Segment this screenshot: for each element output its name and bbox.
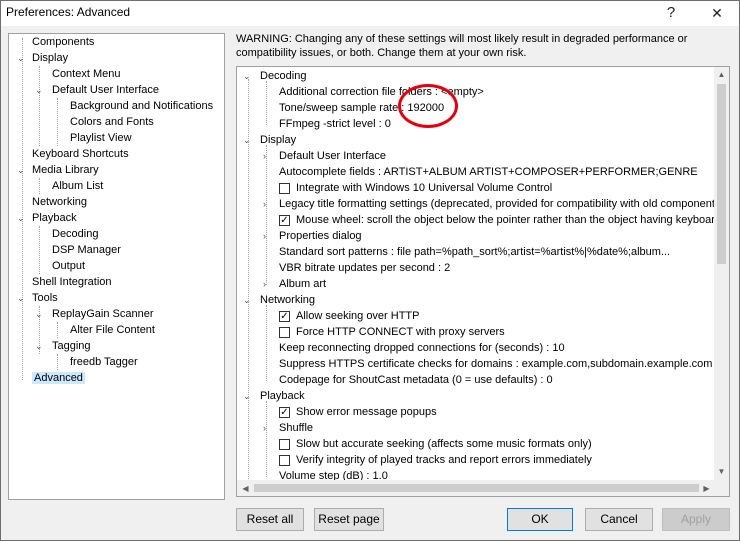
chevron-right-icon[interactable]: › bbox=[263, 196, 273, 212]
adv-slow-seek[interactable]: Slow but accurate seeking (affects some … bbox=[279, 436, 592, 452]
preferences-tree[interactable]: Components ⌄ Display Context Menu ⌄ Defa… bbox=[8, 33, 225, 500]
tree-item-album-list[interactable]: Album List bbox=[33, 179, 103, 194]
tree-item-decoding[interactable]: Decoding bbox=[33, 227, 98, 242]
advanced-settings-tree[interactable]: ⌄ Decoding Additional correction file fo… bbox=[236, 66, 730, 497]
scroll-right-icon[interactable]: ▶ bbox=[699, 484, 714, 493]
chevron-right-icon[interactable]: › bbox=[263, 276, 273, 292]
chevron-down-icon[interactable]: ⌄ bbox=[35, 85, 45, 95]
adv-group-networking[interactable]: ⌄ Networking bbox=[243, 292, 315, 308]
annotation-circle bbox=[398, 84, 458, 128]
adv-group-playback[interactable]: ⌄ Playback bbox=[243, 388, 305, 404]
tree-item-playback[interactable]: ⌄ Playback bbox=[15, 211, 77, 226]
chevron-down-icon[interactable]: ⌄ bbox=[35, 309, 45, 319]
apply-button[interactable]: Apply bbox=[662, 508, 730, 531]
scroll-left-icon[interactable]: ◀ bbox=[238, 484, 253, 493]
horizontal-scroll-thumb[interactable] bbox=[254, 484, 699, 492]
close-icon[interactable]: ✕ bbox=[694, 0, 740, 26]
adv-win10-integration[interactable]: Integrate with Windows 10 Universal Volu… bbox=[279, 180, 719, 196]
tree-item-alter-file-content[interactable]: Alter File Content bbox=[51, 323, 155, 338]
adv-default-ui[interactable]: › Default User Interface bbox=[263, 148, 386, 164]
adv-reconnect[interactable]: Keep reconnecting dropped connections fo… bbox=[279, 340, 565, 356]
tree-item-networking[interactable]: Networking bbox=[15, 195, 87, 210]
cancel-button[interactable]: Cancel bbox=[585, 508, 653, 531]
adv-codepage[interactable]: Codepage for ShoutCast metadata (0 = use… bbox=[279, 372, 553, 388]
tree-item-advanced[interactable]: Advanced bbox=[15, 371, 85, 386]
tree-item-tools[interactable]: ⌄ Tools bbox=[15, 291, 58, 306]
adv-sort-patterns[interactable]: Standard sort patterns : file path=%path… bbox=[279, 244, 715, 260]
chevron-down-icon[interactable]: ⌄ bbox=[243, 388, 253, 404]
check-icon: ✓ bbox=[280, 407, 289, 418]
chevron-right-icon[interactable]: › bbox=[263, 228, 273, 244]
tree-item-default-ui[interactable]: ⌄ Default User Interface bbox=[33, 83, 159, 98]
title-bar: Preferences: Advanced ? ✕ bbox=[0, 0, 740, 26]
check-icon: ✓ bbox=[280, 311, 289, 322]
adv-show-errors[interactable]: ✓ Show error message popups bbox=[279, 404, 437, 420]
reset-page-button[interactable]: Reset page bbox=[314, 508, 384, 531]
tree-item-display[interactable]: ⌄ Display bbox=[15, 51, 68, 66]
tree-guide bbox=[266, 145, 267, 285]
window-title: Preferences: Advanced bbox=[6, 5, 131, 19]
seek-http-checkbox[interactable]: ✓ bbox=[279, 311, 290, 322]
tree-guide bbox=[266, 305, 267, 381]
adv-verify-integrity[interactable]: Verify integrity of played tracks and re… bbox=[279, 452, 592, 468]
force-connect-checkbox[interactable] bbox=[279, 327, 290, 338]
tree-item-media-library[interactable]: ⌄ Media Library bbox=[15, 163, 99, 178]
chevron-down-icon[interactable]: ⌄ bbox=[17, 213, 27, 223]
chevron-down-icon[interactable]: ⌄ bbox=[35, 341, 45, 351]
adv-album-art[interactable]: › Album art bbox=[263, 276, 326, 292]
adv-vbr-updates[interactable]: VBR bitrate updates per second : 2 bbox=[279, 260, 450, 276]
scroll-down-icon[interactable]: ▼ bbox=[714, 467, 729, 476]
verify-integrity-checkbox[interactable] bbox=[279, 455, 290, 466]
chevron-down-icon[interactable]: ⌄ bbox=[17, 165, 27, 175]
adv-seek-http[interactable]: ✓ Allow seeking over HTTP bbox=[279, 308, 420, 324]
tree-item-components[interactable]: Components bbox=[15, 35, 94, 50]
chevron-down-icon[interactable]: ⌄ bbox=[243, 292, 253, 308]
tree-guide bbox=[266, 81, 267, 125]
reset-all-button[interactable]: Reset all bbox=[236, 508, 304, 531]
adv-group-display[interactable]: ⌄ Display bbox=[243, 132, 296, 148]
slow-seek-checkbox[interactable] bbox=[279, 439, 290, 450]
chevron-right-icon[interactable]: › bbox=[263, 148, 273, 164]
tree-guide bbox=[266, 401, 267, 477]
tree-item-tagging[interactable]: ⌄ Tagging bbox=[33, 339, 91, 354]
chevron-down-icon[interactable]: ⌄ bbox=[243, 132, 253, 148]
adv-suppress-https[interactable]: Suppress HTTPS certificate checks for do… bbox=[279, 356, 715, 372]
adv-shuffle[interactable]: › Shuffle bbox=[263, 420, 313, 436]
mouse-wheel-checkbox[interactable]: ✓ bbox=[279, 215, 290, 226]
tree-item-context-menu[interactable]: Context Menu bbox=[33, 67, 120, 82]
chevron-down-icon[interactable]: ⌄ bbox=[243, 68, 253, 84]
scroll-up-icon[interactable]: ▲ bbox=[714, 70, 729, 79]
adv-mouse-wheel[interactable]: ✓ Mouse wheel: scroll the object below t… bbox=[279, 212, 715, 228]
adv-ffmpeg-strict[interactable]: FFmpeg -strict level : 0 bbox=[279, 116, 391, 132]
chevron-down-icon[interactable]: ⌄ bbox=[17, 293, 27, 303]
tree-item-keyboard-shortcuts[interactable]: Keyboard Shortcuts bbox=[15, 147, 129, 162]
show-errors-checkbox[interactable]: ✓ bbox=[279, 407, 290, 418]
chevron-right-icon[interactable]: › bbox=[263, 420, 273, 436]
vertical-scroll-thumb[interactable] bbox=[717, 84, 726, 264]
adv-legacy-title[interactable]: › Legacy title formatting settings (depr… bbox=[263, 196, 715, 212]
scrollbar-corner bbox=[714, 480, 729, 496]
help-icon[interactable]: ? bbox=[648, 0, 694, 26]
adv-autocomplete[interactable]: Autocomplete fields : ARTIST+ALBUM ARTIS… bbox=[279, 164, 698, 180]
chevron-down-icon[interactable]: ⌄ bbox=[17, 53, 27, 63]
tree-item-freedb-tagger[interactable]: freedb Tagger bbox=[51, 355, 138, 370]
tree-item-replaygain-scanner[interactable]: ⌄ ReplayGain Scanner bbox=[33, 307, 154, 322]
check-icon: ✓ bbox=[280, 215, 289, 226]
win10-integration-checkbox[interactable] bbox=[279, 183, 290, 194]
tree-item-colors-fonts[interactable]: Colors and Fonts bbox=[51, 115, 154, 130]
ok-button[interactable]: OK bbox=[507, 508, 573, 531]
tree-item-output[interactable]: Output bbox=[33, 259, 85, 274]
tree-item-background-notifications[interactable]: Background and Notifications bbox=[51, 99, 213, 114]
tree-item-playlist-view[interactable]: Playlist View bbox=[51, 131, 132, 146]
tree-item-shell-integration[interactable]: Shell Integration bbox=[15, 275, 112, 290]
tree-item-dsp-manager[interactable]: DSP Manager bbox=[33, 243, 121, 258]
warning-text: WARNING: Changing any of these settings … bbox=[236, 33, 688, 59]
adv-group-decoding[interactable]: ⌄ Decoding bbox=[243, 68, 306, 84]
adv-properties-dialog[interactable]: › Properties dialog bbox=[263, 228, 362, 244]
adv-force-connect[interactable]: Force HTTP CONNECT with proxy servers bbox=[279, 324, 505, 340]
